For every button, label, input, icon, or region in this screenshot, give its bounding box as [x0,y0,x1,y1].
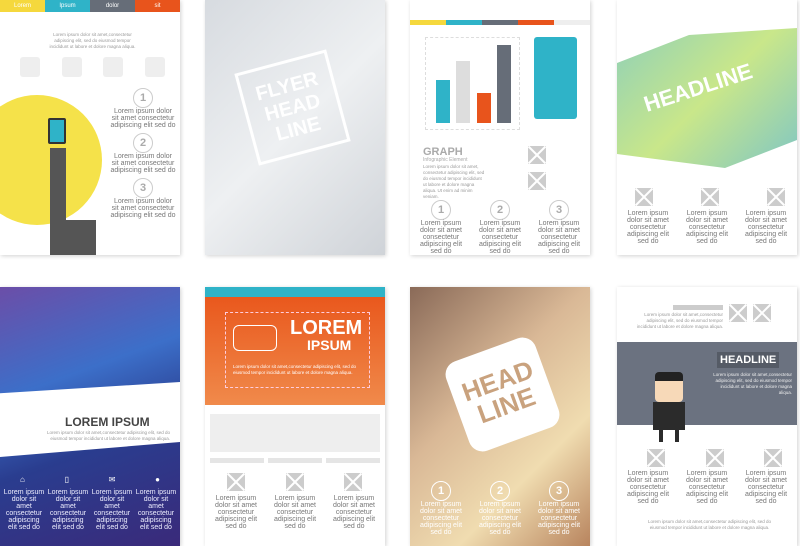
step-text: Lorem ipsum dolor sit amet consectetur a… [537,220,581,255]
caption: Lorem ipsum dolor sit amet consectetur a… [626,210,670,245]
step-1: 1 [431,481,451,501]
home-icon [20,57,40,77]
step-text: Lorem ipsum dolor sit amet consectetur a… [419,501,463,536]
flyer-1: Lorem Ipsum dolor sit Lorem ipsum dolor … [0,0,180,255]
phone-icon [233,325,277,351]
step-3: 3 [549,200,569,220]
step-3: 3 [549,481,569,501]
chart-bar [456,60,471,123]
headline-frame: FLYER HEAD LINE [234,49,351,166]
tab-ipsum[interactable]: Ipsum [45,0,90,12]
step-text: Lorem ipsum dolor sit amet consectetur a… [110,108,176,129]
step-1: 1 [133,88,153,108]
image-placeholder [767,188,785,206]
bar-chart [425,37,520,130]
caption: Lorem ipsum dolor sit amet consectetur a… [685,470,729,505]
image-placeholder [647,449,665,467]
caption: Lorem ipsum dolor sit amet consectetur a… [332,495,376,530]
caption: Lorem ipsum dolor sit amet consectetur a… [47,489,89,531]
step-1: 1 [431,200,451,220]
image-placeholder [729,304,747,322]
top-text: Lorem ipsum dolor sit amet,consectetur a… [636,312,723,329]
caption: Lorem ipsum dolor sit amet consectetur a… [214,495,258,530]
tab-lorem[interactable]: Lorem [0,0,45,12]
mail-icon: ✉ [108,475,116,484]
image-placeholder [285,473,304,491]
image-placeholder [635,188,653,206]
caption: Lorem ipsum dolor sit amet consectetur a… [273,495,317,530]
chart-bar [476,93,491,123]
content-block [210,414,380,452]
mail-icon [103,57,124,77]
flyer-7: HEAD LINE 1 Lorem ipsum dolor sit amet co… [410,287,590,546]
graph-body: Lorem ipsum dolor sit amet, consectetur … [423,164,485,199]
headline-text: Lorem ipsum dolor sit amet,consectetur a… [46,430,170,441]
step-2: 2 [490,481,510,501]
image-placeholder [344,473,362,491]
flyer-2: FLYER HEAD LINE [205,0,385,255]
arm-illustration [50,148,66,220]
flyer-6: LOREM IPSUM Lorem ipsum dolor sit amet,c… [205,287,385,546]
image-placeholder [227,473,245,491]
image-placeholder [528,146,546,164]
flyer-3: GRAPH Infographic Element Lorem ipsum do… [410,0,590,255]
headline-text: Lorem ipsum dolor sit amet,consectetur a… [713,372,792,395]
flyer-5: LOREM IPSUM Lorem ipsum dolor sit amet,c… [0,287,180,546]
chart-bar [436,80,450,123]
location-icon: ● [155,475,160,484]
banner-text: Lorem ipsum dolor sit amet,consectetur a… [233,364,357,375]
headline: LOREM IPSUM [65,415,150,429]
headline-ipsum: IPSUM [307,337,352,353]
caption: Lorem ipsum dolor sit amet consectetur a… [685,210,729,245]
step-text: Lorem ipsum dolor sit amet consectetur a… [537,501,581,536]
step-text: Lorem ipsum dolor sit amet consectetur a… [110,153,176,174]
headline: HEADLINE [717,352,780,368]
tab-sit[interactable]: sit [135,0,180,12]
graph-subtitle: Infographic Element [423,157,468,163]
chart-bar [496,45,511,123]
step-2: 2 [490,200,510,220]
image-placeholder [705,449,724,467]
caption: Lorem ipsum dolor sit amet consectetur a… [744,470,788,505]
location-icon [144,57,165,77]
footer-text: Lorem ipsum dolor sit amet,consectetur a… [647,519,772,530]
phone-icon: ▯ [64,475,69,484]
step-3: 3 [133,178,153,198]
businessman-illustration [655,372,683,402]
step-text: Lorem ipsum dolor sit amet consectetur a… [419,220,463,255]
step-2: 2 [133,133,153,153]
flyer-4: HEADLINE Lorem ipsum dolor sit amet cons… [617,0,797,255]
image-placeholder [764,449,782,467]
chart-legend-panel [534,37,577,119]
caption: Lorem ipsum dolor sit amet consectetur a… [135,489,177,531]
step-text: Lorem ipsum dolor sit amet consectetur a… [478,220,522,255]
image-placeholder [753,304,771,322]
headline: FLYER HEAD LINE [253,67,324,146]
image-placeholder [701,188,719,206]
caption: Lorem ipsum dolor sit amet consectetur a… [626,470,670,505]
caption: Lorem ipsum dolor sit amet consectetur a… [3,489,45,531]
tab-dolor[interactable]: dolor [90,0,135,12]
home-icon: ⌂ [20,475,25,484]
caption: Lorem ipsum dolor sit amet consectetur a… [91,489,133,531]
hand-phone-illustration [48,118,66,144]
step-text: Lorem ipsum dolor sit amet consectetur a… [110,198,176,219]
intro-text: Lorem ipsum dolor sit amet,consectetur a… [49,32,136,49]
phone-icon [61,57,82,77]
caption: Lorem ipsum dolor sit amet consectetur a… [744,210,788,245]
image-placeholder [528,172,546,190]
step-text: Lorem ipsum dolor sit amet consectetur a… [478,501,522,536]
flyer-8: Lorem ipsum dolor sit amet,consectetur a… [617,287,797,546]
